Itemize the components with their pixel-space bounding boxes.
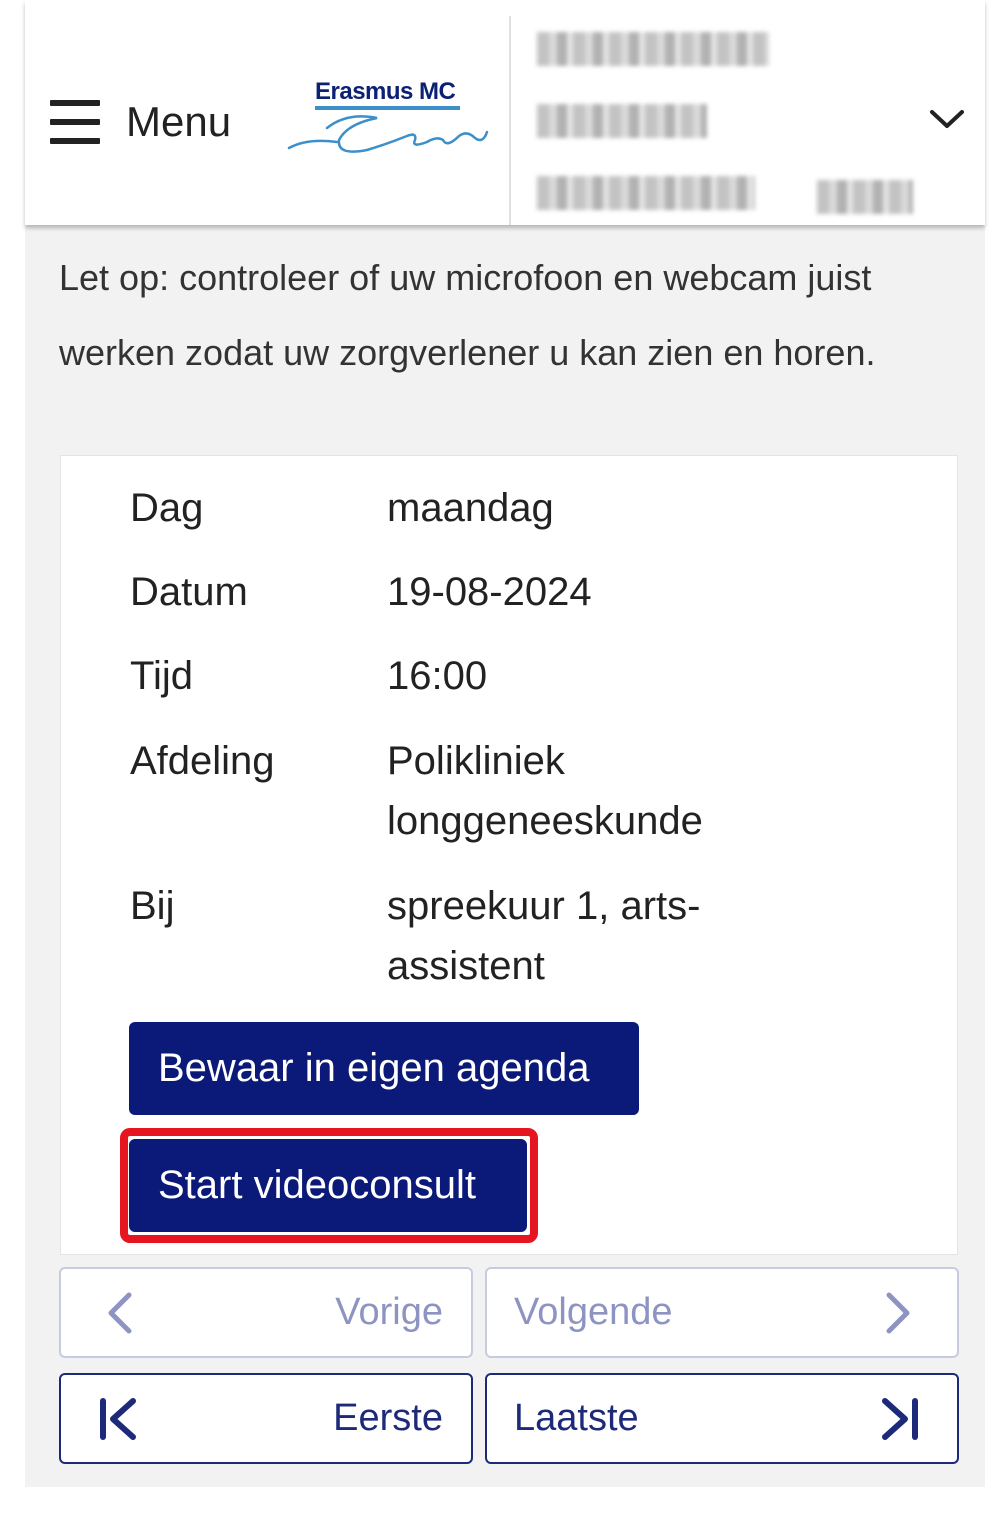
value-tijd: 16:00 (387, 654, 488, 698)
webcam-notice: Let op: controleer of uw microfoon en we… (59, 257, 876, 373)
header-divider (509, 16, 511, 225)
value-bij: spreekuur 1, arts-assistent (387, 884, 701, 988)
start-videoconsult-button[interactable]: Start videoconsult (129, 1139, 527, 1232)
next-button[interactable]: Volgende (485, 1267, 959, 1358)
previous-label: Vorige (335, 1291, 443, 1333)
chevron-right-icon (886, 1292, 910, 1334)
patient-id-blurred (537, 104, 707, 138)
previous-button[interactable]: Vorige (59, 1267, 473, 1358)
value-datum: 19-08-2024 (387, 570, 592, 614)
value-dag: maandag (387, 486, 554, 530)
label-tijd: Tijd (130, 654, 193, 698)
patient-extra-blurred (817, 180, 913, 214)
patient-name-blurred (537, 32, 769, 66)
last-button[interactable]: Laatste (485, 1373, 959, 1464)
start-videoconsult-label: Start videoconsult (158, 1163, 476, 1207)
first-label: Eerste (333, 1397, 443, 1439)
next-label: Volgende (514, 1291, 673, 1333)
patient-dob-blurred (537, 176, 755, 210)
label-datum: Datum (130, 570, 248, 614)
chevron-left-icon (108, 1292, 132, 1334)
erasmus-mc-logo[interactable]: Erasmus MC (287, 78, 497, 168)
menu-label: Menu (126, 98, 232, 145)
logo-signature-icon (287, 115, 489, 153)
chevron-down-icon[interactable] (928, 104, 966, 134)
value-afdeling: Polikliniek longgeneeskunde (387, 739, 703, 843)
last-label: Laatste (514, 1397, 639, 1439)
menu-button[interactable]: Menu (50, 92, 231, 152)
label-bij: Bij (130, 884, 175, 928)
first-button[interactable]: Eerste (59, 1373, 473, 1464)
save-to-calendar-button[interactable]: Bewaar in eigen agenda (129, 1022, 639, 1115)
save-to-calendar-label: Bewaar in eigen agenda (158, 1046, 590, 1090)
label-afdeling: Afdeling (130, 739, 275, 783)
label-dag: Dag (130, 486, 204, 530)
app-header: Menu Erasmus MC (25, 0, 985, 225)
appointment-card: Dag maandag Datum 19-08-2024 Tijd 16:00 … (60, 455, 958, 1255)
first-page-icon (100, 1398, 136, 1440)
hamburger-icon (50, 100, 100, 144)
last-page-icon (882, 1398, 918, 1440)
